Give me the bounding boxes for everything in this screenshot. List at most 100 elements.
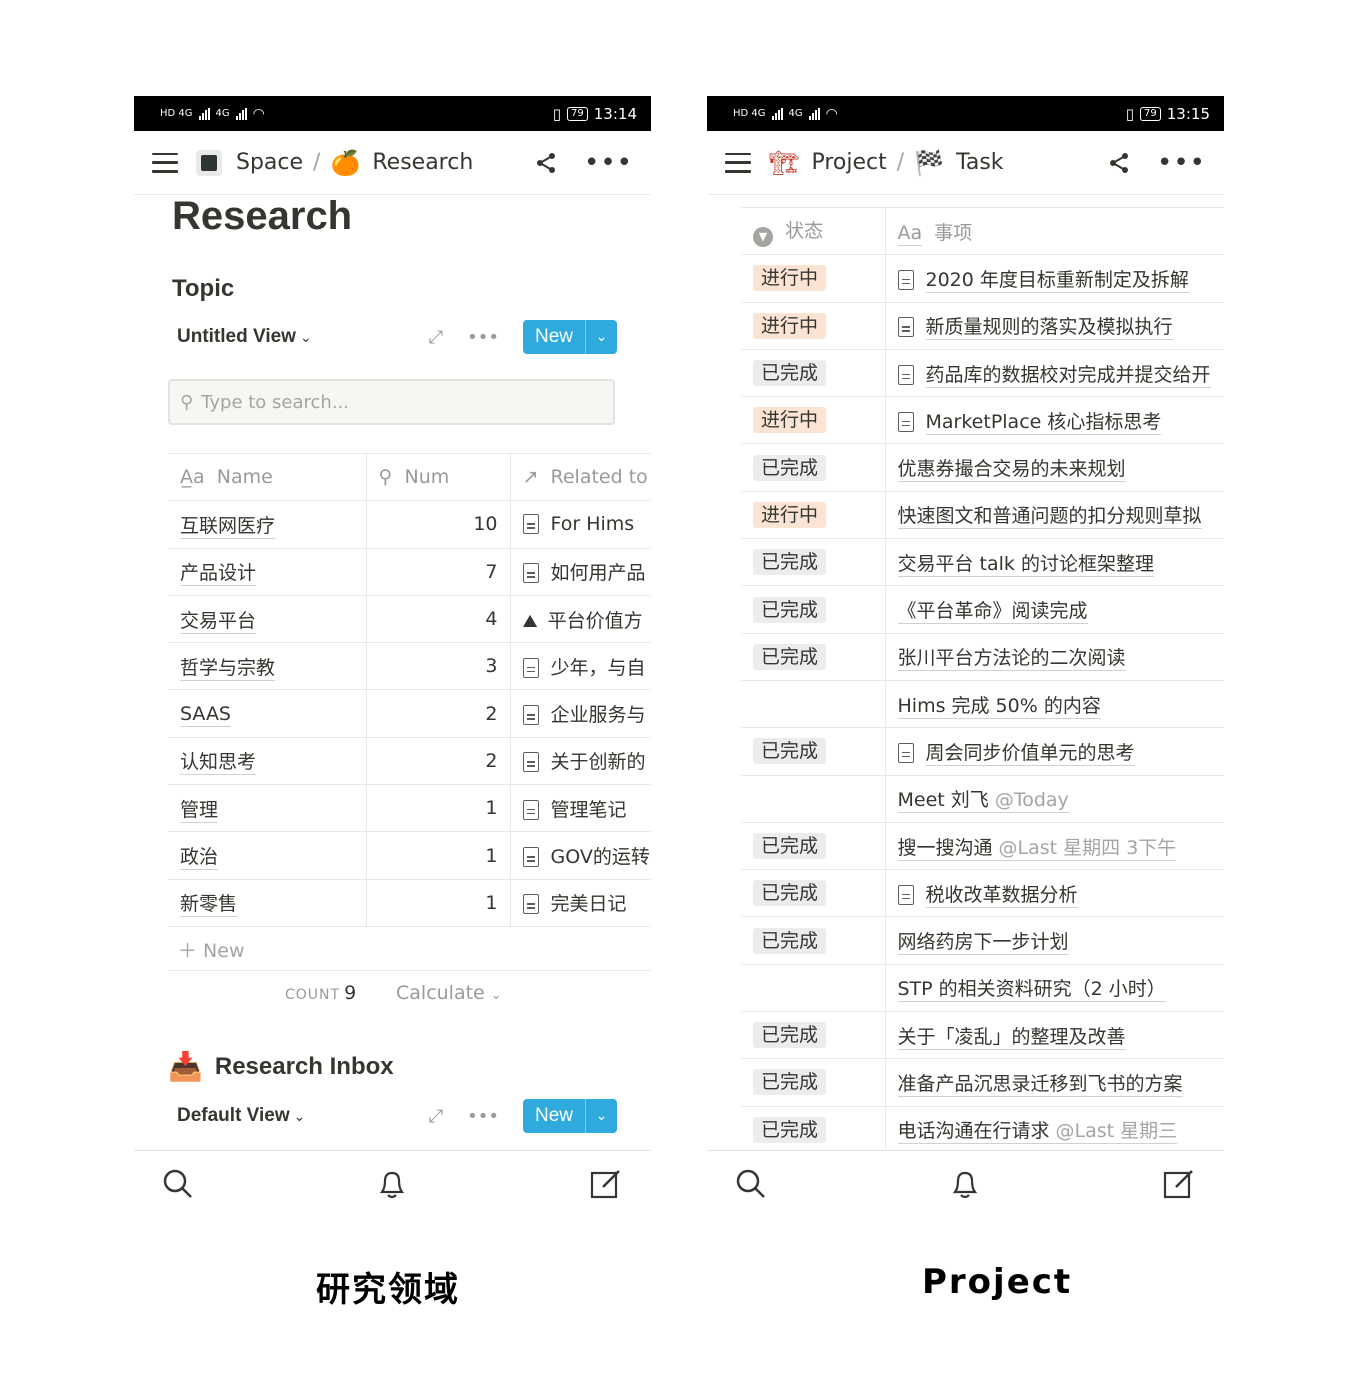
table-row[interactable]: Meet 刘飞 @Today <box>741 775 1224 823</box>
cell-status[interactable]: 已完成 <box>741 822 886 871</box>
cell-item[interactable]: 周会同步价值单元的思考 <box>885 727 1224 776</box>
cell-item[interactable]: 2020 年度目标重新制定及拆解 <box>885 254 1224 303</box>
cell-status[interactable]: 进行中 <box>741 302 886 350</box>
breadcrumb-page[interactable]: Task <box>956 150 1003 175</box>
breadcrumb-page[interactable]: Research <box>372 150 473 175</box>
table-row[interactable]: 已完成 准备产品沉思录迁移到飞书的方案 <box>741 1058 1224 1107</box>
cell-name[interactable]: 管理 <box>168 784 367 833</box>
cell-item[interactable]: 优惠券撮合交易的未来规划 <box>885 443 1224 492</box>
cell-status[interactable]: 已完成 <box>741 633 886 681</box>
column-header-num[interactable]: ⚲ Num <box>366 453 511 502</box>
cell-name[interactable]: 政治 <box>168 831 367 880</box>
cell-status[interactable] <box>741 964 886 1013</box>
cell-num[interactable]: 1 <box>366 784 511 833</box>
cell-num[interactable]: 4 <box>366 595 511 644</box>
cell-related[interactable]: 如何用产品 <box>510 548 651 596</box>
date-mention[interactable]: @Today <box>995 789 1069 811</box>
cell-item[interactable]: Meet 刘飞 @Today <box>885 775 1224 823</box>
cell-related[interactable]: 完美日记 <box>510 879 651 927</box>
cell-name[interactable]: 产品设计 <box>168 548 367 596</box>
cell-status[interactable]: 进行中 <box>741 491 886 540</box>
table-row[interactable]: 已完成 关于「凌乱」的整理及改善 <box>741 1011 1224 1060</box>
search-icon[interactable] <box>162 1168 194 1200</box>
cell-item[interactable]: 《平台革命》阅读完成 <box>885 585 1224 634</box>
new-button[interactable]: New ⌄ <box>522 320 617 354</box>
cell-item[interactable]: 税收改革数据分析 <box>885 869 1224 918</box>
cell-item[interactable]: STP 的相关资料研究（2 小时） <box>885 964 1224 1013</box>
cell-item[interactable]: 准备产品沉思录迁移到飞书的方案 <box>885 1058 1224 1107</box>
new-button-inbox[interactable]: New ⌄ <box>522 1099 617 1133</box>
table-row[interactable]: 互联网医疗 10 For Hims <box>168 500 651 549</box>
cell-related[interactable]: ⛰ 平台价值方 <box>510 595 651 644</box>
breadcrumb-space[interactable]: Space <box>236 150 303 175</box>
cell-num[interactable]: 2 <box>366 737 511 786</box>
cell-status[interactable]: 进行中 <box>741 396 886 445</box>
column-header-status[interactable]: ▼ 状态 <box>741 207 886 256</box>
column-header-related[interactable]: ↗ Related to <box>510 453 651 502</box>
table-row[interactable]: 产品设计 7 如何用产品 <box>168 548 651 596</box>
cell-item[interactable]: 张川平台方法论的二次阅读 <box>885 633 1224 681</box>
calculate-button[interactable]: Calculate ⌄ <box>396 982 502 1004</box>
cell-status[interactable]: 已完成 <box>741 538 886 587</box>
menu-icon[interactable] <box>725 152 751 173</box>
table-row[interactable]: 政治 1 GOV的运转 <box>168 831 651 880</box>
column-header-item[interactable]: Aa 事项 <box>885 207 1224 256</box>
cell-item[interactable]: 药品库的数据校对完成并提交给开 <box>885 349 1224 398</box>
cell-num[interactable]: 1 <box>366 831 511 880</box>
cell-name[interactable]: 认知思考 <box>168 737 367 786</box>
cell-item[interactable]: 新质量规则的落实及模拟执行 <box>885 302 1224 350</box>
date-mention[interactable]: @Last 星期三 <box>1056 1120 1178 1142</box>
more-icon[interactable]: ••• <box>467 327 499 348</box>
table-row[interactable]: 已完成 交易平台 talk 的讨论框架整理 <box>741 538 1224 587</box>
table-row[interactable]: 新零售 1 完美日记 <box>168 879 651 927</box>
cell-status[interactable]: 已完成 <box>741 1106 886 1154</box>
table-row[interactable]: 进行中 MarketPlace 核心指标思考 <box>741 396 1224 445</box>
bell-icon[interactable] <box>376 1167 408 1201</box>
cell-related[interactable]: 管理笔记 <box>510 784 651 833</box>
cell-num[interactable]: 7 <box>366 548 511 596</box>
cell-status[interactable]: 已完成 <box>741 1011 886 1060</box>
cell-status[interactable]: 已完成 <box>741 349 886 398</box>
cell-name[interactable]: 新零售 <box>168 879 367 927</box>
menu-icon[interactable] <box>152 152 178 173</box>
table-row[interactable]: 交易平台 4 ⛰ 平台价值方 <box>168 595 651 644</box>
column-header-name[interactable]: A̲a Name <box>168 453 367 502</box>
table-row[interactable]: 已完成 周会同步价值单元的思考 <box>741 727 1224 776</box>
table-row[interactable]: 已完成 网络药房下一步计划 <box>741 916 1224 965</box>
cell-item[interactable]: Hims 完成 50% 的内容 <box>885 680 1224 729</box>
bell-icon[interactable] <box>949 1167 981 1201</box>
search-icon[interactable] <box>735 1168 767 1200</box>
table-row[interactable]: 进行中 2020 年度目标重新制定及拆解 <box>741 254 1224 303</box>
view-selector[interactable]: Untitled View ⌄ <box>177 326 312 348</box>
cell-name[interactable]: 互联网医疗 <box>168 500 367 549</box>
cell-status[interactable]: 已完成 <box>741 585 886 634</box>
table-row[interactable]: 已完成 《平台革命》阅读完成 <box>741 585 1224 634</box>
cell-related[interactable]: 少年，与自 <box>510 642 651 691</box>
table-row[interactable]: 已完成 优惠券撮合交易的未来规划 <box>741 443 1224 492</box>
cell-item[interactable]: MarketPlace 核心指标思考 <box>885 396 1224 445</box>
table-row[interactable]: 进行中 快速图文和普通问题的扣分规则草拟 <box>741 491 1224 540</box>
cell-status[interactable]: 已完成 <box>741 1058 886 1107</box>
share-icon[interactable] <box>1107 151 1131 175</box>
compose-icon[interactable] <box>589 1167 623 1201</box>
cell-status[interactable]: 已完成 <box>741 443 886 492</box>
table-row[interactable]: 已完成 税收改革数据分析 <box>741 869 1224 918</box>
cell-name[interactable]: SAAS <box>168 689 367 738</box>
table-row[interactable]: 进行中 新质量规则的落实及模拟执行 <box>741 302 1224 350</box>
table-row[interactable]: 认知思考 2 关于创新的 <box>168 737 651 786</box>
cell-status[interactable] <box>741 775 886 823</box>
view-selector-inbox[interactable]: Default View ⌄ <box>177 1105 305 1127</box>
cell-item[interactable]: 搜一搜沟通 @Last 星期四 3下午 <box>885 822 1224 871</box>
cell-name[interactable]: 哲学与宗教 <box>168 642 367 691</box>
cell-related[interactable]: GOV的运转 <box>510 831 651 880</box>
cell-num[interactable]: 1 <box>366 879 511 927</box>
chevron-down-icon[interactable]: ⌄ <box>585 1099 617 1133</box>
more-icon[interactable]: ••• <box>467 1106 499 1127</box>
search-input[interactable]: ⚲ Type to search... <box>168 379 615 425</box>
expand-icon[interactable]: ⤢ <box>429 1106 443 1127</box>
chevron-down-icon[interactable]: ⌄ <box>585 320 617 354</box>
table-row[interactable]: 管理 1 管理笔记 <box>168 784 651 833</box>
cell-related[interactable]: 企业服务与 <box>510 689 651 738</box>
table-row[interactable]: Hims 完成 50% 的内容 <box>741 680 1224 729</box>
cell-related[interactable]: For Hims <box>510 500 651 549</box>
